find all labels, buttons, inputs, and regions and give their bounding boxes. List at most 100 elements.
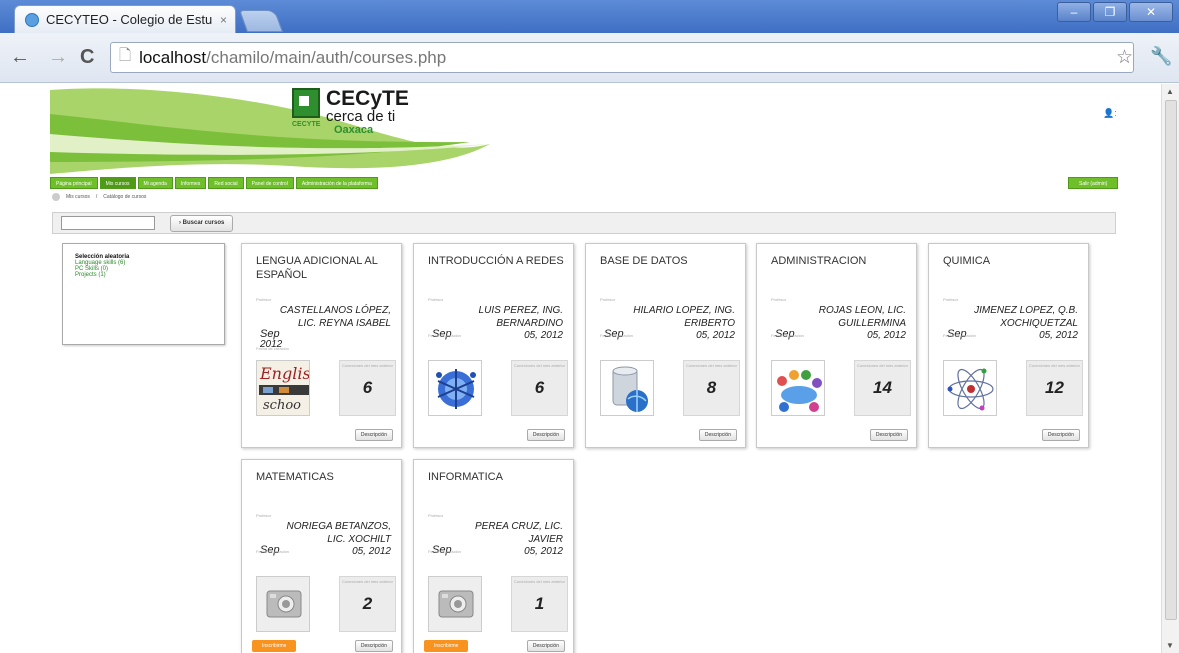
- menu-item-my-courses[interactable]: Mis cursos: [99, 177, 136, 189]
- search-courses-button[interactable]: › Buscar cursos: [170, 215, 234, 232]
- menu-item-reports[interactable]: Informes: [174, 177, 207, 189]
- description-button[interactable]: Descripción: [526, 429, 565, 441]
- address-bar[interactable]: 🗋 localhost/chamilo/main/auth/courses.ph…: [110, 42, 1134, 73]
- minimize-icon[interactable]: –: [1057, 2, 1091, 22]
- connections-stat: Conexiones del mes anterior 8: [683, 360, 740, 416]
- subscribe-button[interactable]: Inscribirme: [252, 640, 297, 652]
- scroll-down-icon[interactable]: ▼: [1166, 641, 1174, 650]
- browser-tab[interactable]: CECYTEO - Colegio de Estu ×: [14, 5, 236, 33]
- atom-image[interactable]: [943, 360, 997, 416]
- description-button[interactable]: Descripción: [869, 429, 908, 441]
- menu-item-agenda[interactable]: Mi agenda: [137, 177, 173, 189]
- course-search-bar: › Buscar cursos: [52, 212, 1116, 234]
- menu-item-dashboard[interactable]: Panel de control: [245, 177, 294, 189]
- breadcrumb-my-courses[interactable]: Mis cursos: [66, 194, 90, 200]
- placeholder-image[interactable]: [256, 576, 310, 632]
- connections-label: Conexiones del mes anterior: [514, 363, 565, 368]
- course-title: QUIMICA: [943, 255, 991, 267]
- english-school-image[interactable]: Englis schoo: [256, 360, 310, 416]
- placeholder-image[interactable]: [428, 576, 482, 632]
- created-label: Fecha de creación: [428, 549, 461, 554]
- main-menu: Página principal Mis cursos Mi agenda In…: [50, 177, 378, 189]
- connections-count: 1: [534, 594, 545, 613]
- logo-caption: CECYTE: [292, 121, 321, 128]
- window-titlebar: CECYTEO - Colegio de Estu × – ❐ ✕: [0, 0, 1179, 33]
- professor-label: Profesor: [256, 513, 272, 518]
- breadcrumb-catalog: Catálogo de cursos: [103, 194, 147, 200]
- course-card: BASE DE DATOS Profesor HILARIO LOPEZ, IN…: [585, 243, 746, 448]
- course-professor: LUIS PEREZ, ING. BERNARDINO: [478, 305, 563, 329]
- wrench-menu-icon[interactable]: 🔧: [1150, 46, 1172, 67]
- menu-item-social[interactable]: Red social: [208, 177, 244, 189]
- back-icon[interactable]: ←: [10, 46, 30, 69]
- network-globe-image[interactable]: [428, 360, 482, 416]
- svg-text:schoo: schoo: [263, 398, 301, 413]
- user-icon[interactable]: 👤:: [1103, 108, 1117, 119]
- course-title: LENGUA ADICIONAL AL ESPAÑOL: [256, 255, 378, 281]
- created-label: Fecha de creación: [771, 333, 804, 338]
- scroll-up-icon[interactable]: ▲: [1166, 87, 1174, 96]
- new-tab-button[interactable]: [238, 10, 284, 32]
- course-title: INFORMATICA: [428, 471, 503, 483]
- logo-main-text: CECyTE: [326, 87, 409, 110]
- professor-label: Profesor: [428, 297, 444, 302]
- description-button[interactable]: Descripción: [354, 429, 393, 441]
- course-professor: NORIEGA BETANZOS, LIC. XOCHILT: [286, 521, 391, 545]
- search-input[interactable]: [61, 216, 155, 230]
- course-title: INTRODUCCIÓN A REDES: [428, 255, 564, 267]
- people-meeting-image[interactable]: [771, 360, 825, 416]
- description-button[interactable]: Descripción: [354, 640, 393, 652]
- reload-icon[interactable]: C: [80, 46, 94, 69]
- created-label: Fecha de creación: [256, 346, 289, 351]
- url-path: /chamilo/main/auth/courses.php: [206, 47, 447, 67]
- tab-close-icon[interactable]: ×: [220, 13, 227, 27]
- maximize-icon[interactable]: ❐: [1093, 2, 1127, 22]
- scroll-thumb[interactable]: [1165, 100, 1177, 620]
- course-title: ADMINISTRACION: [771, 255, 867, 267]
- course-date: 05, 2012: [1039, 330, 1078, 341]
- category-link[interactable]: Projects (1): [75, 272, 212, 278]
- professor-label: Profesor: [256, 297, 272, 302]
- connections-count: 12: [1045, 378, 1064, 397]
- professor-label: Profesor: [943, 297, 959, 302]
- connections-label: Conexiones del mes anterior: [686, 363, 737, 368]
- connections-stat: Conexiones del mes anterior 14: [854, 360, 911, 416]
- course-card: MATEMATICAS Profesor NORIEGA BETANZOS, L…: [241, 459, 402, 653]
- professor-label: Profesor: [428, 513, 444, 518]
- subscribe-button[interactable]: Inscribirme: [424, 640, 469, 652]
- url-host: localhost: [139, 47, 207, 67]
- breadcrumb: Mis cursos / Catálogo de cursos: [52, 193, 146, 201]
- browser-toolbar: ← → C 🗋 localhost/chamilo/main/auth/cour…: [0, 33, 1179, 83]
- connections-stat: Conexiones del mes anterior 12: [1026, 360, 1083, 416]
- course-date: 05, 2012: [867, 330, 906, 341]
- bookmark-star-icon[interactable]: ☆: [1116, 46, 1133, 69]
- professor-label: Profesor: [600, 297, 616, 302]
- logout-button[interactable]: Salir (admin): [1068, 177, 1119, 189]
- connections-count: 8: [706, 378, 717, 397]
- description-button[interactable]: Descripción: [526, 640, 565, 652]
- course-card: ADMINISTRACION Profesor ROJAS LEON, LIC.…: [756, 243, 917, 448]
- course-professor: HILARIO LOPEZ, ING. ERIBERTO: [633, 305, 735, 329]
- page-viewport: CECyTE cerca de ti Oaxaca CECYTE 👤: Pági…: [0, 84, 1160, 653]
- menu-item-admin[interactable]: Administración de la plataforma: [295, 177, 378, 189]
- menu-item-home[interactable]: Página principal: [50, 177, 98, 189]
- course-date: 05, 2012: [696, 330, 735, 341]
- site-logo[interactable]: CECyTE cerca de ti Oaxaca: [292, 88, 409, 136]
- description-button[interactable]: Descripción: [698, 429, 737, 441]
- header-swoosh: [50, 88, 490, 174]
- course-date: 05, 2012: [524, 330, 563, 341]
- course-title: MATEMATICAS: [256, 471, 334, 483]
- connections-label: Conexiones del mes anterior: [514, 579, 565, 584]
- description-button[interactable]: Descripción: [1041, 429, 1080, 441]
- course-title: BASE DE DATOS: [600, 255, 688, 267]
- forward-icon[interactable]: →: [48, 46, 68, 69]
- svg-text:Englis: Englis: [259, 364, 310, 383]
- connections-stat: Conexiones del mes anterior 2: [339, 576, 396, 632]
- connections-count: 14: [873, 378, 892, 397]
- connections-stat: Conexiones del mes anterior 1: [511, 576, 568, 632]
- home-icon[interactable]: [52, 193, 60, 201]
- close-window-icon[interactable]: ✕: [1129, 2, 1173, 22]
- database-image[interactable]: [600, 360, 654, 416]
- created-label: Fecha de creación: [600, 333, 633, 338]
- vertical-scrollbar[interactable]: ▲ ▼: [1161, 84, 1179, 653]
